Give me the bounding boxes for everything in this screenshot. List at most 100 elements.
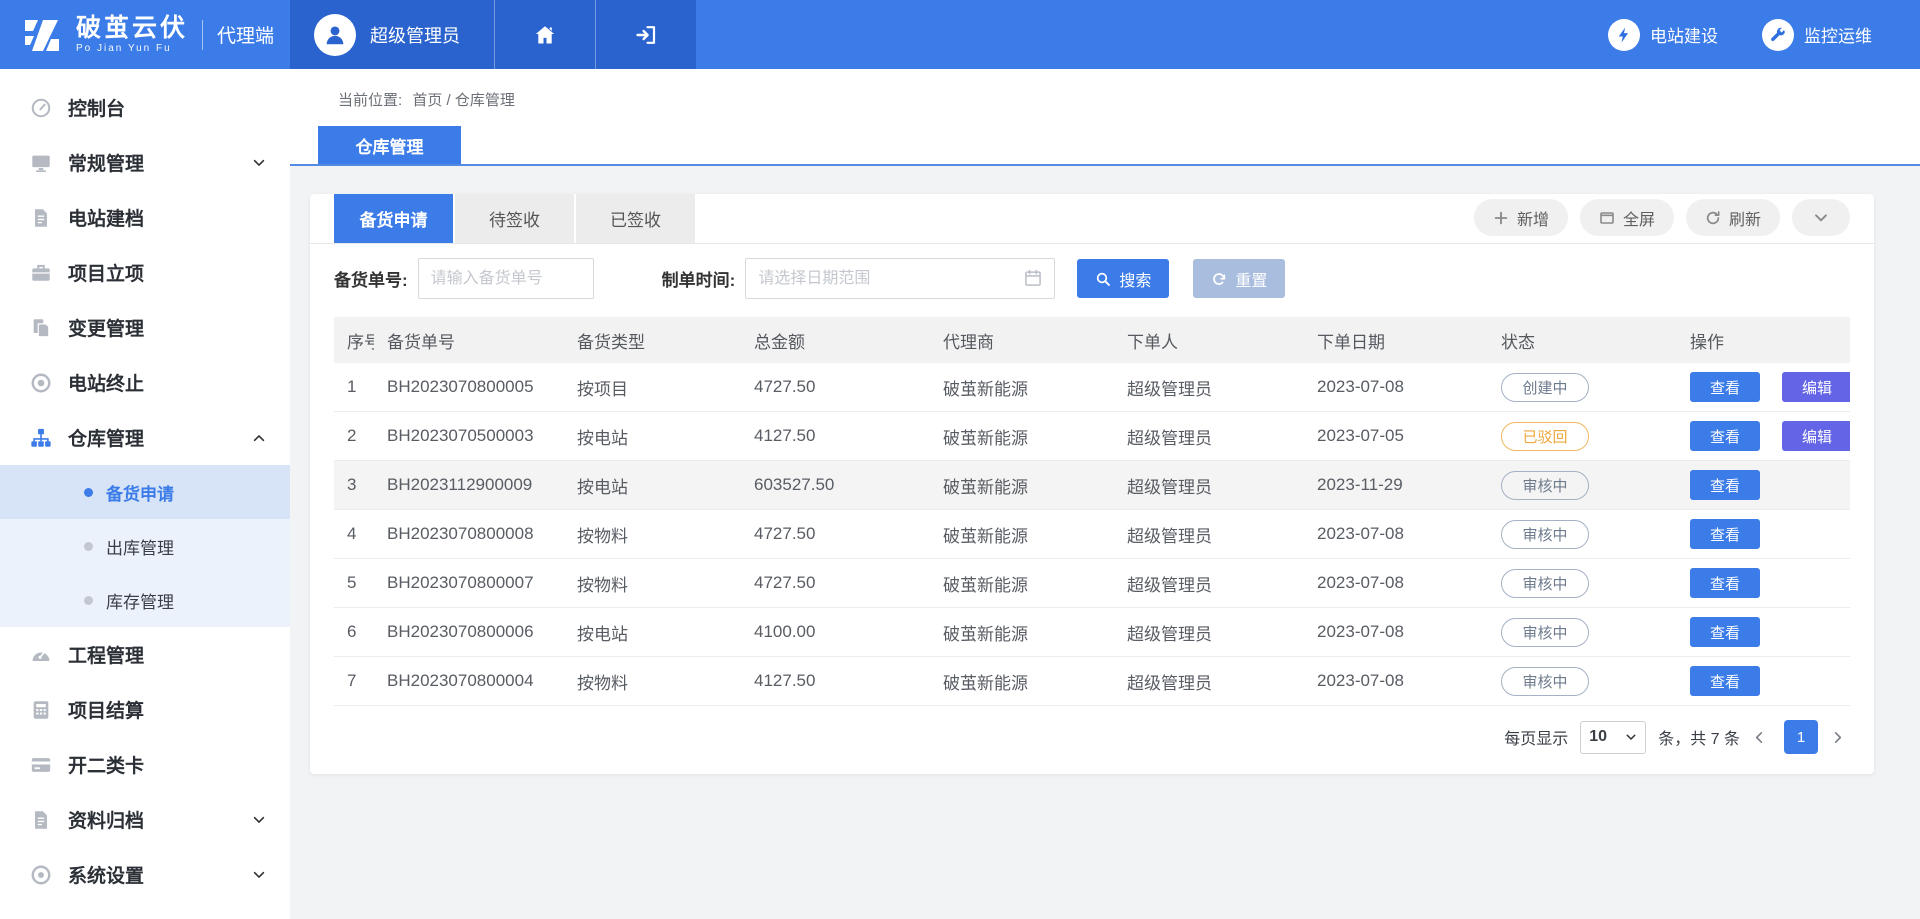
view-button[interactable]: 查看 — [1690, 617, 1760, 647]
sidebar-item-11[interactable]: 系统设置 — [0, 847, 290, 902]
page-tab-warehouse[interactable]: 仓库管理 — [318, 126, 461, 164]
logout-button[interactable] — [595, 0, 696, 69]
reset-icon — [1211, 271, 1227, 287]
status-badge: 审核中 — [1501, 667, 1589, 696]
cell-orderer: 超级管理员 — [1114, 473, 1304, 498]
home-icon — [533, 23, 557, 47]
per-page-select[interactable]: 10 — [1580, 721, 1646, 754]
orders-table: 序号备货单号备货类型总金额代理商下单人下单日期状态操作1BH2023070800… — [334, 317, 1850, 706]
chevron-down-icon — [252, 813, 266, 827]
sidebar-subitem-label: 库存管理 — [106, 588, 174, 613]
cell-no: 5 — [334, 573, 374, 593]
sidebar-item-7[interactable]: 工程管理 — [0, 627, 290, 682]
cell-no: 6 — [334, 622, 374, 642]
toolbar-button-1[interactable]: 全屏 — [1580, 199, 1674, 236]
panel-tab-0[interactable]: 备货申请 — [334, 194, 453, 243]
cell-no: 7 — [334, 671, 374, 691]
cell-actions: 查看 — [1677, 568, 1850, 598]
user-name: 超级管理员 — [370, 22, 460, 48]
order-no-label: 备货单号: — [334, 266, 408, 291]
cell-no: 3 — [334, 475, 374, 495]
view-button[interactable]: 查看 — [1690, 372, 1760, 402]
sidebar-subitem-0[interactable]: 备货申请 — [0, 465, 290, 519]
calendar-icon — [1023, 268, 1043, 288]
date-range-input[interactable] — [745, 258, 1055, 299]
panel-tab-1[interactable]: 待签收 — [455, 194, 574, 243]
table-header-cell: 下单人 — [1114, 328, 1304, 353]
view-button[interactable]: 查看 — [1690, 666, 1760, 696]
plus-icon — [1493, 210, 1509, 226]
sidebar: 控制台常规管理电站建档项目立项变更管理电站终止仓库管理备货申请出库管理库存管理工… — [0, 69, 290, 919]
sidebar-item-5[interactable]: 电站终止 — [0, 355, 290, 410]
cell-type: 按电站 — [564, 424, 741, 449]
sidebar-item-8[interactable]: 项目结算 — [0, 682, 290, 737]
cell-date: 2023-11-29 — [1304, 475, 1488, 495]
cell-orderer: 超级管理员 — [1114, 522, 1304, 547]
view-button[interactable]: 查看 — [1690, 519, 1760, 549]
bolt-icon — [1608, 19, 1640, 51]
sidebar-item-label: 仓库管理 — [68, 424, 236, 451]
view-button[interactable]: 查看 — [1690, 421, 1760, 451]
home-button[interactable] — [494, 0, 595, 69]
panel-tab-2[interactable]: 已签收 — [576, 194, 695, 243]
search-button[interactable]: 搜索 — [1077, 259, 1169, 298]
wrench-icon — [1762, 19, 1794, 51]
sidebar-submenu: 备货申请出库管理库存管理 — [0, 465, 290, 627]
cell-actions: 查看编辑 — [1677, 421, 1850, 451]
sidebar-item-2[interactable]: 电站建档 — [0, 190, 290, 245]
fullscreen-icon — [1599, 210, 1615, 226]
cell-date: 2023-07-08 — [1304, 622, 1488, 642]
sidebar-item-label: 电站建档 — [68, 204, 266, 231]
status-badge: 已驳回 — [1501, 422, 1589, 451]
nav-monitor-ops[interactable]: 监控运维 — [1762, 19, 1872, 51]
page-number-1[interactable]: 1 — [1784, 720, 1818, 754]
sidebar-item-3[interactable]: 项目立项 — [0, 245, 290, 300]
sidebar-item-10[interactable]: 资料归档 — [0, 792, 290, 847]
calculator-icon — [30, 699, 52, 721]
cell-order-no: BH2023070800004 — [374, 671, 564, 691]
archive-icon — [30, 809, 52, 831]
cell-date: 2023-07-08 — [1304, 573, 1488, 593]
cell-agent: 破茧新能源 — [930, 620, 1114, 645]
sidebar-item-1[interactable]: 常规管理 — [0, 135, 290, 190]
sidebar-item-0[interactable]: 控制台 — [0, 80, 290, 135]
cell-agent: 破茧新能源 — [930, 522, 1114, 547]
view-button[interactable]: 查看 — [1690, 568, 1760, 598]
order-no-input[interactable] — [418, 258, 594, 299]
chevron-down-icon — [1625, 731, 1637, 743]
sidebar-subitem-2[interactable]: 库存管理 — [0, 573, 290, 627]
nav-station-build[interactable]: 电站建设 — [1608, 19, 1718, 51]
sidebar-item-4[interactable]: 变更管理 — [0, 300, 290, 355]
cell-agent: 破茧新能源 — [930, 571, 1114, 596]
table-header-cell: 备货类型 — [564, 328, 741, 353]
collapse-button[interactable] — [1792, 199, 1850, 236]
status-badge: 审核中 — [1501, 520, 1589, 549]
reset-button[interactable]: 重置 — [1193, 259, 1285, 298]
per-page-prefix: 每页显示 — [1504, 725, 1568, 749]
user-block[interactable]: 超级管理员 — [290, 0, 494, 69]
logo-title: 破茧云伏 — [76, 15, 188, 43]
toolbar-button-2[interactable]: 刷新 — [1686, 199, 1780, 236]
cell-amount: 4727.50 — [741, 573, 930, 593]
cell-order-no: BH2023070800005 — [374, 377, 564, 397]
search-icon — [1095, 271, 1111, 287]
chevron-down-icon — [252, 156, 266, 170]
sidebar-item-6[interactable]: 仓库管理 — [0, 410, 290, 465]
logo: 破茧云伏 Po Jian Yun Fu 代理端 — [0, 0, 290, 69]
cell-orderer: 超级管理员 — [1114, 571, 1304, 596]
prev-page-button[interactable] — [1752, 727, 1772, 747]
edit-button[interactable]: 编辑 — [1782, 372, 1850, 402]
table-row: 5BH2023070800007按物料4727.50破茧新能源超级管理员2023… — [334, 559, 1850, 608]
sidebar-subitem-1[interactable]: 出库管理 — [0, 519, 290, 573]
cell-order-no: BH2023112900009 — [374, 475, 564, 495]
view-button[interactable]: 查看 — [1690, 470, 1760, 500]
cell-agent: 破茧新能源 — [930, 375, 1114, 400]
sidebar-item-9[interactable]: 开二类卡 — [0, 737, 290, 792]
edit-button[interactable]: 编辑 — [1782, 421, 1850, 451]
cell-agent: 破茧新能源 — [930, 669, 1114, 694]
cell-amount: 4127.50 — [741, 671, 930, 691]
next-page-button[interactable] — [1830, 727, 1850, 747]
panel-tabs: 备货申请待签收已签收 — [334, 194, 695, 243]
panel-toolbar: 新增全屏刷新 — [1474, 199, 1850, 243]
toolbar-button-0[interactable]: 新增 — [1474, 199, 1568, 236]
